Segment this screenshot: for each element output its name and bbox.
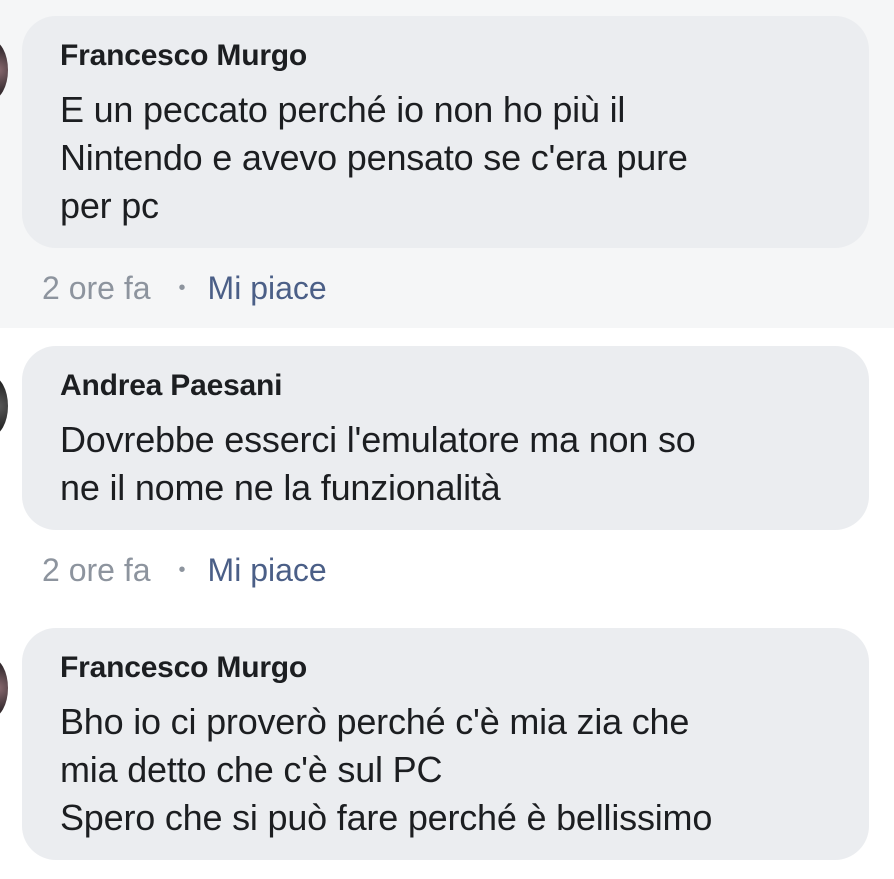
comment-text: E un peccato perché io non ho più il Nin… xyxy=(60,89,688,226)
comment-timestamp[interactable]: 2 ore fa xyxy=(42,268,151,308)
like-link[interactable]: Mi piace xyxy=(208,550,327,590)
comment-author[interactable]: Francesco Murgo xyxy=(60,38,831,74)
comment-author[interactable]: Francesco Murgo xyxy=(60,650,831,686)
avatar[interactable] xyxy=(0,658,8,718)
comment-thread-1: Francesco Murgo E un peccato perché io n… xyxy=(0,0,894,328)
comment-text: Bho io ci proverò perché c'è mia zia che… xyxy=(60,701,713,838)
like-link[interactable]: Mi piace xyxy=(208,268,327,308)
comment-thread-2: Andrea Paesani Dovrebbe esserci l'emulat… xyxy=(0,328,894,610)
separator-dot: • xyxy=(178,277,186,299)
avatar[interactable] xyxy=(0,40,8,100)
avatar[interactable] xyxy=(0,376,8,436)
comment-bubble[interactable]: Francesco Murgo Bho io ci proverò perché… xyxy=(22,628,869,860)
separator-dot: • xyxy=(178,559,186,581)
comment-thread-3: Francesco Murgo Bho io ci proverò perché… xyxy=(0,610,894,879)
comment-meta: 2 ore fa • Mi piace xyxy=(42,550,327,590)
comment-text: Dovrebbe esserci l'emulatore ma non so n… xyxy=(60,419,696,508)
comment-bubble[interactable]: Andrea Paesani Dovrebbe esserci l'emulat… xyxy=(22,346,869,530)
comment-meta: 2 ore fa • Mi piace xyxy=(42,268,327,308)
comment-bubble[interactable]: Francesco Murgo E un peccato perché io n… xyxy=(22,16,869,248)
comment-timestamp[interactable]: 2 ore fa xyxy=(42,550,151,590)
comment-author[interactable]: Andrea Paesani xyxy=(60,368,831,404)
